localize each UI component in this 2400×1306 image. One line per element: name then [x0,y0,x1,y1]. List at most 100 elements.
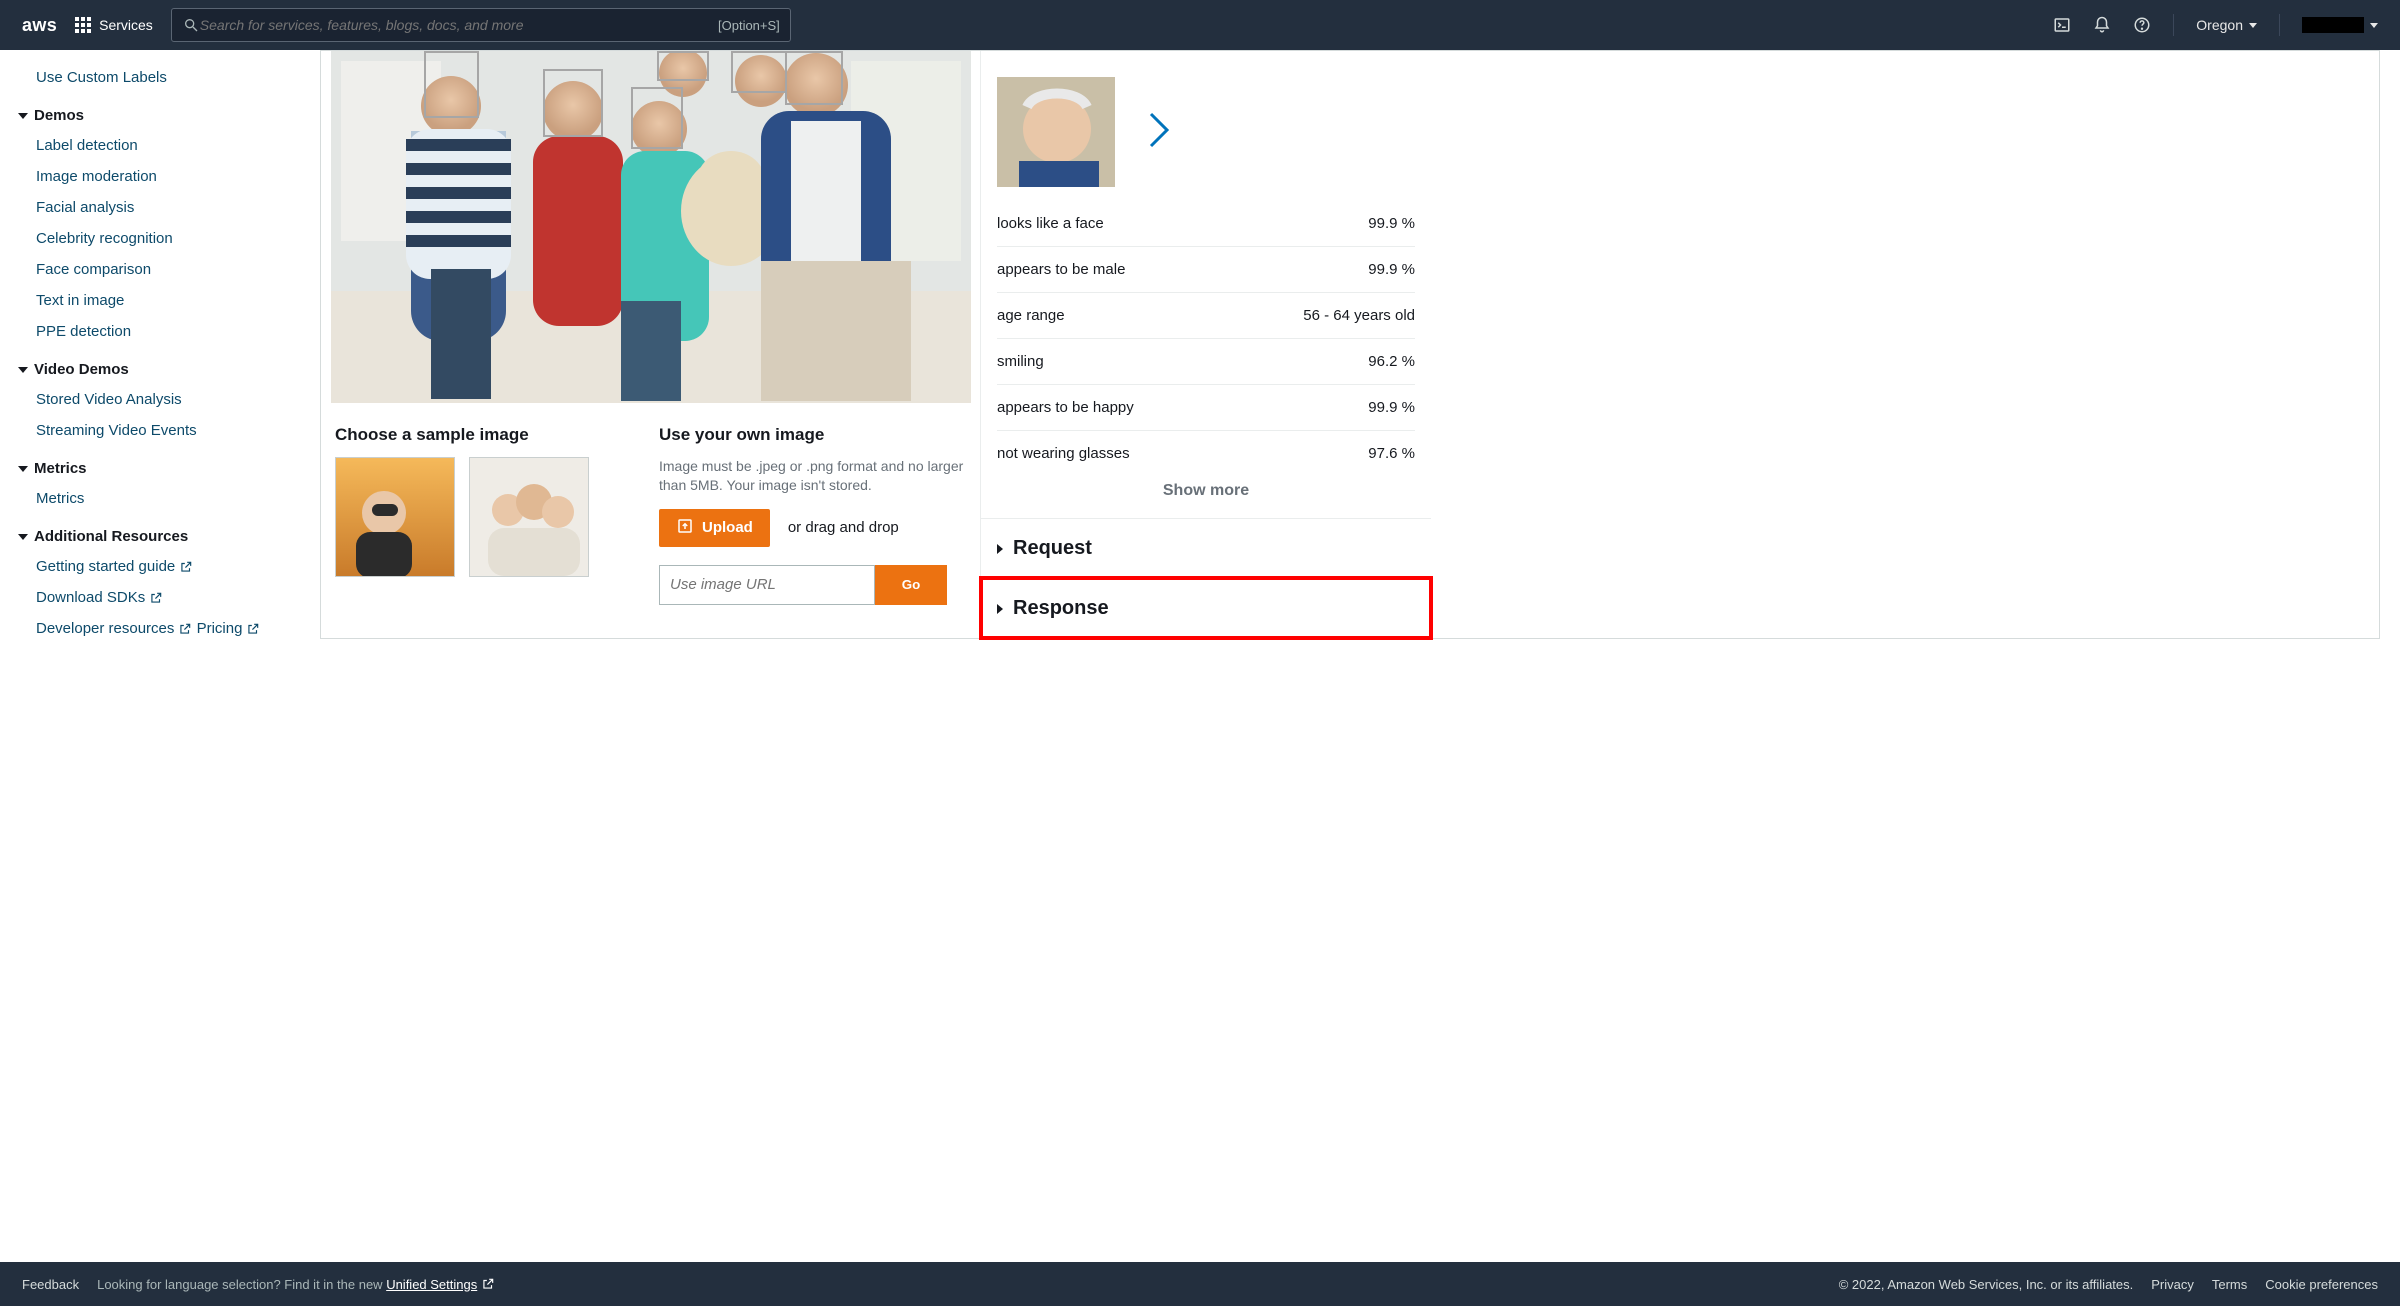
caret-down-icon [2249,23,2257,28]
attribute-value: 97.6 % [1368,445,1415,462]
attribute-row: looks like a face 99.9 % [997,201,1415,247]
services-menu-button[interactable]: Services [75,17,153,33]
account-menu[interactable] [2302,17,2378,33]
sidebar-item-facial-analysis[interactable]: Facial analysis [36,192,320,223]
sidebar-group-video-demos[interactable]: Video Demos [18,347,320,384]
caret-down-icon [18,367,28,373]
caret-down-icon [18,534,28,540]
footer-copyright: © 2022, Amazon Web Services, Inc. or its… [1839,1277,2134,1292]
attribute-value: 99.9 % [1368,261,1415,278]
choose-sample-heading: Choose a sample image [335,425,635,445]
sidebar-item-download-sdks[interactable]: Download SDKs [36,582,163,613]
footer-link-cookie-preferences[interactable]: Cookie preferences [2265,1277,2378,1292]
face-attributes-list: looks like a face99.9 %appears to be mal… [997,201,1415,476]
attribute-row: not wearing glasses97.6 % [997,431,1415,476]
help-icon[interactable] [2133,16,2151,34]
search-shortcut: [Option+S] [718,18,780,33]
top-nav: aws Services [Option+S] Oregon [0,0,2400,50]
cloudshell-icon[interactable] [2053,16,2071,34]
face-bounding-box[interactable] [543,69,603,137]
sidebar-item-image-moderation[interactable]: Image moderation [36,161,320,192]
analysis-image [331,51,971,403]
sidebar-group-demos[interactable]: Demos [18,93,320,130]
upload-label: Upload [702,519,753,536]
sidebar-item-getting-started-guide[interactable]: Getting started guide [36,551,193,582]
attribute-value: 56 - 64 years old [1303,307,1415,324]
sample-image-1[interactable] [335,457,455,577]
services-grid-icon [75,17,91,33]
caret-down-icon [18,113,28,119]
sidebar-item-face-comparison[interactable]: Face comparison [36,254,320,285]
sidebar: Use Custom Labels Demos Label detection … [0,50,320,1262]
global-search[interactable]: [Option+S] [171,8,791,42]
attribute-label: smiling [997,353,1044,370]
sidebar-item-stored-video-analysis[interactable]: Stored Video Analysis [36,384,320,415]
go-button[interactable]: Go [875,565,947,605]
attribute-row: age range 56 - 64 years old [997,293,1415,339]
sidebar-item-label-detection[interactable]: Label detection [36,130,320,161]
services-label: Services [99,17,153,33]
attribute-label: appears to be male [997,261,1125,278]
choose-sample-section: Choose a sample image [335,425,635,605]
sidebar-item-text-in-image[interactable]: Text in image [36,285,320,316]
sample-image-2[interactable] [469,457,589,577]
attribute-row: appears to be male 99.9 % [997,247,1415,293]
sidebar-group-metrics[interactable]: Metrics [18,446,320,483]
attribute-value: 99.9 % [1368,215,1415,232]
sidebar-item-celebrity-recognition[interactable]: Celebrity recognition [36,223,320,254]
language-hint: Looking for language selection? Find it … [97,1277,495,1292]
external-link-icon [149,591,163,605]
face-bounding-box[interactable] [785,51,843,105]
attribute-label: age range [997,307,1065,324]
sidebar-item-use-custom-labels[interactable]: Use Custom Labels [18,62,320,93]
caret-down-icon [18,466,28,472]
upload-button[interactable]: Upload [659,509,770,547]
footer-link-terms[interactable]: Terms [2212,1277,2247,1292]
region-label: Oregon [2196,17,2243,33]
external-link-icon [481,1277,495,1291]
own-image-heading: Use your own image [659,425,966,445]
external-link-icon [178,622,192,636]
request-label: Request [1013,537,1092,560]
main-panel: Choose a sample image Use your own image… [320,50,2380,639]
response-label: Response [1013,597,1109,620]
image-url-input[interactable] [659,565,875,605]
attribute-row: appears to be happy99.9 % [997,385,1415,431]
attribute-label: appears to be happy [997,399,1134,416]
face-bounding-box[interactable] [631,87,683,149]
results-panel: looks like a face99.9 %appears to be mal… [981,51,1431,638]
face-bounding-box[interactable] [731,51,787,93]
face-bounding-box[interactable] [657,51,709,81]
search-input[interactable] [200,17,718,33]
sidebar-item-streaming-video-events[interactable]: Streaming Video Events [36,415,320,446]
external-link-icon [179,560,193,574]
nav-utility-icons: Oregon [2053,14,2378,36]
search-icon [182,16,200,34]
aws-logo[interactable]: aws [22,15,57,36]
face-bounding-box[interactable] [424,51,479,118]
sidebar-item-pricing[interactable]: Pricing [197,613,261,644]
attribute-value: 96.2 % [1368,353,1415,370]
unified-settings-link[interactable]: Unified Settings [386,1277,495,1292]
caret-right-icon [997,604,1003,614]
request-collapser[interactable]: Request [981,518,1431,578]
footer-link-privacy[interactable]: Privacy [2151,1277,2194,1292]
next-face-button[interactable] [1145,110,1173,155]
notifications-icon[interactable] [2093,16,2111,34]
sidebar-item-ppe-detection[interactable]: PPE detection [36,316,320,347]
caret-down-icon [2370,23,2378,28]
account-name-redacted [2302,17,2364,33]
sidebar-item-developer-resources[interactable]: Developer resources [36,613,192,644]
feedback-link[interactable]: Feedback [22,1277,79,1292]
sidebar-item-metrics[interactable]: Metrics [36,483,320,514]
region-selector[interactable]: Oregon [2196,17,2257,33]
attribute-label: looks like a face [997,215,1104,232]
response-collapser[interactable]: Response [981,578,1431,638]
upload-icon [676,517,694,539]
caret-right-icon [997,544,1003,554]
attribute-row: smiling 96.2 % [997,339,1415,385]
main-left-column: Choose a sample image Use your own image… [321,51,981,638]
show-more-button[interactable]: Show more [997,476,1415,518]
sidebar-group-additional-resources[interactable]: Additional Resources [18,514,320,551]
result-face-thumbnail[interactable] [997,77,1115,187]
